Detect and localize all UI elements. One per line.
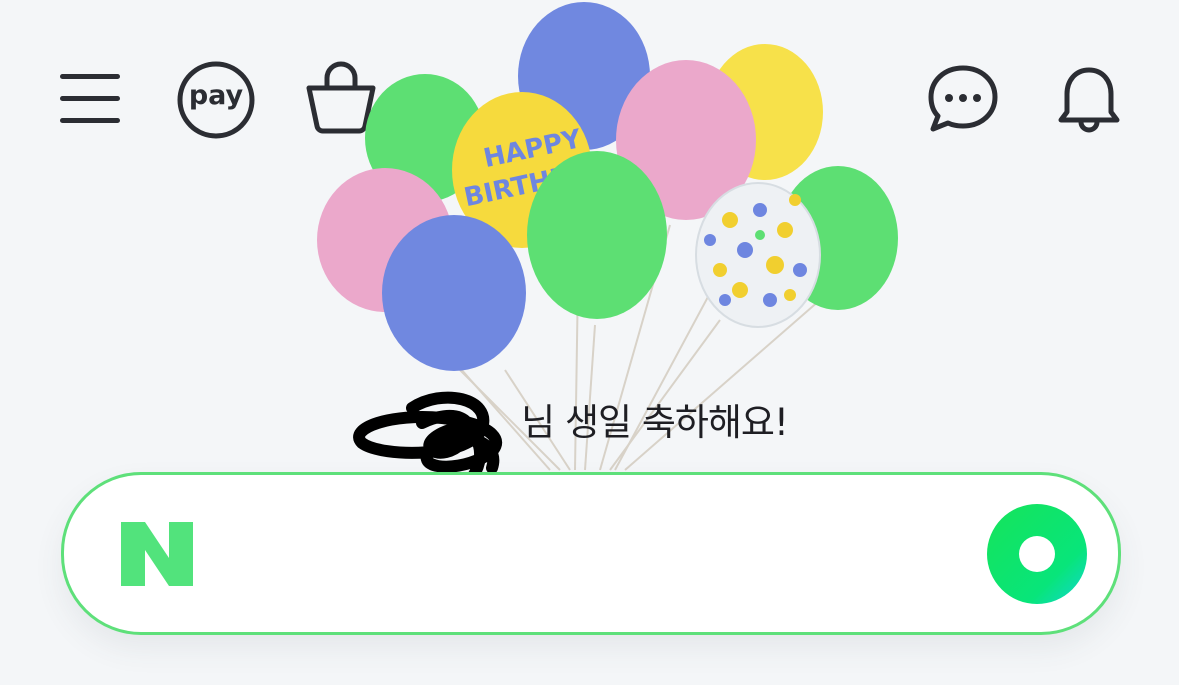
balloon-blue-left [382,215,526,371]
chat-bubble-icon[interactable] [927,64,999,134]
balloon-confetti [695,182,821,328]
greeting-text: 님 생일 축하해요! [521,401,789,444]
balloon-green-center [527,151,667,319]
bell-icon[interactable] [1056,64,1122,134]
search-bar[interactable] [61,472,1121,635]
birthday-greeting: 님 생일 축하해요! [0,392,1179,446]
pay-button[interactable]: pay [176,60,256,140]
naver-n-logo-icon[interactable] [119,520,195,588]
search-input[interactable] [234,515,978,595]
pay-label: pay [188,80,244,111]
green-ring-button-icon[interactable] [986,503,1088,605]
hamburger-menu-icon[interactable] [55,68,125,130]
